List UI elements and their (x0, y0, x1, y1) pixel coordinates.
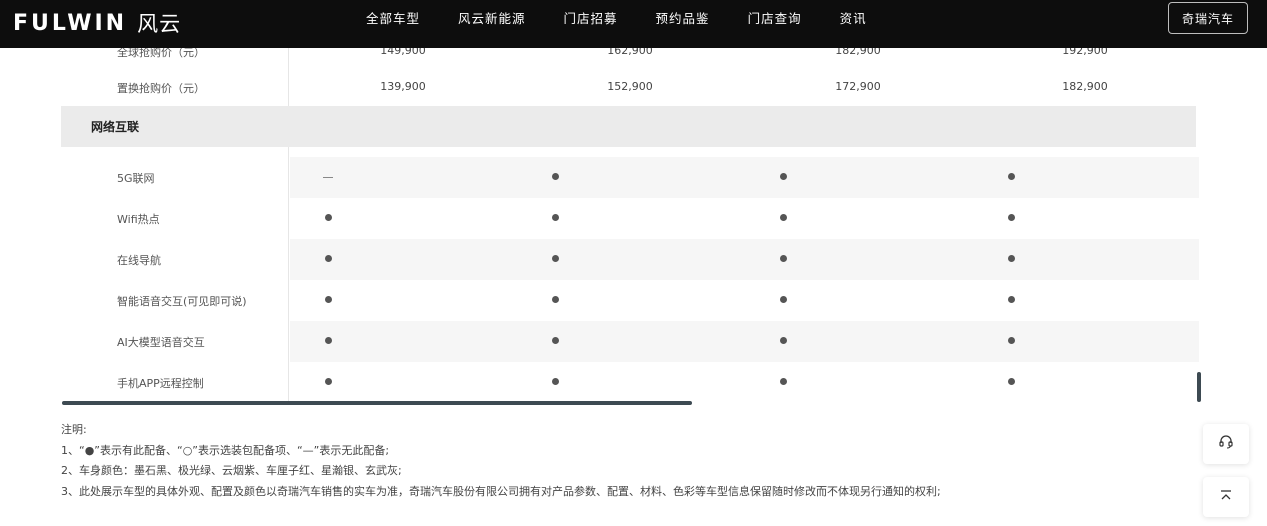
note-line-1: 1、“●”表示有此配备、“○”表示选装包配备项、“—”表示无此配备; (61, 443, 390, 457)
price-cell: 152,900 (607, 80, 653, 93)
row-label: 在线导航 (117, 254, 161, 267)
equipped-dot (324, 296, 332, 303)
table-cell: 192,900 (1062, 48, 1108, 57)
nav-all-models[interactable]: 全部车型 (366, 0, 420, 40)
equipped-dot (551, 378, 559, 385)
equipped-dot (779, 255, 787, 262)
logo-wordmark: FULWIN (13, 10, 128, 36)
table-row: 5G联网 (61, 157, 1199, 198)
customer-service-button[interactable] (1203, 424, 1249, 464)
equipped-dot (551, 255, 559, 262)
equipped-dot (779, 296, 787, 303)
equipped-dot (779, 337, 787, 344)
nav-store-locator[interactable]: 门店查询 (748, 0, 802, 40)
equipped-dot (1007, 296, 1015, 303)
back-to-top-button[interactable] (1203, 477, 1249, 517)
section-title: 网络互联 (91, 120, 140, 134)
row-label: AI大模型语音交互 (117, 336, 205, 349)
table-row: AI大模型语音交互 (61, 321, 1199, 362)
headset-icon (1218, 434, 1234, 454)
row-label: 置换抢购价（元） (117, 82, 205, 95)
equipped-dot (1007, 337, 1015, 344)
row-label: 全球抢购价（元） (117, 48, 205, 59)
notes-title: 注明: (61, 423, 87, 436)
nav-news[interactable]: 资讯 (840, 0, 867, 40)
nav-dealer-recruit[interactable]: 门店招募 (564, 0, 618, 40)
table-row: 手机APP远程控制 (61, 362, 1199, 403)
table-row: 智能语音交互(可见即可说) (61, 280, 1199, 321)
table-cell: 182,900 (835, 48, 881, 57)
notes-section: 注明: 1、“●”表示有此配备、“○”表示选装包配备项、“—”表示无此配备; 2… (61, 420, 1161, 502)
equipped-dot (779, 378, 787, 385)
back-to-top-icon (1219, 488, 1233, 507)
equipped-dot (779, 173, 787, 180)
equipped-dot (1007, 255, 1015, 262)
equipped-dot (324, 337, 332, 344)
equipped-dot (551, 337, 559, 344)
not-equipped-dash (323, 177, 333, 178)
fulwin-logo[interactable]: FULWIN 风云 (13, 8, 181, 38)
price-cell: 139,900 (380, 80, 426, 93)
row-label: Wifi热点 (117, 213, 160, 226)
nav-new-energy[interactable]: 风云新能源 (458, 0, 526, 40)
table-cell: 149,900 (380, 48, 426, 57)
equipped-dot (1007, 378, 1015, 385)
equipped-dot (551, 296, 559, 303)
equipped-dot (1007, 173, 1015, 180)
vertical-scroll-thumb[interactable] (1197, 372, 1201, 402)
price-cell: 172,900 (835, 80, 881, 93)
table-row: 在线导航 (61, 239, 1199, 280)
main-nav: 全部车型 风云新能源 门店招募 预约品鉴 门店查询 资讯 (366, 0, 905, 40)
table-row: Wifi热点 (61, 198, 1199, 239)
spec-table: 全球抢购价（元） 149,900 162,900 182,900 192,900… (61, 48, 1199, 408)
equipped-dot (551, 173, 559, 180)
equipped-dot (551, 214, 559, 221)
chery-brand-button[interactable]: 奇瑞汽车 (1168, 2, 1248, 34)
row-label: 手机APP远程控制 (117, 377, 204, 390)
logo-chinese-name: 风云 (137, 12, 182, 36)
price-cell: 182,900 (1062, 80, 1108, 93)
top-navigation-bar: FULWIN 风云 全部车型 风云新能源 门店招募 预约品鉴 门店查询 资讯 奇… (0, 0, 1267, 48)
table-cell: 162,900 (607, 48, 653, 57)
note-line-3: 3、此处展示车型的具体外观、配置及颜色以奇瑞汽车销售的实车为准，奇瑞汽车股份有限… (61, 484, 941, 498)
horizontal-scroll-thumb[interactable] (62, 401, 692, 405)
equipped-dot (324, 255, 332, 262)
table-row-price: 置换抢购价（元） 139,900 152,900 172,900 182,900 (61, 66, 1199, 106)
equipped-dot (324, 214, 332, 221)
row-label: 智能语音交互(可见即可说) (117, 295, 247, 308)
horizontal-scrollbar[interactable] (62, 400, 1198, 406)
note-line-2: 2、车身颜色：墨石黑、极光绿、云烟紫、车厘子红、星瀚银、玄武灰; (61, 464, 402, 477)
equipped-dot (1007, 214, 1015, 221)
equipped-dot (324, 378, 332, 385)
equipped-dot (779, 214, 787, 221)
nav-book-test-drive[interactable]: 预约品鉴 (656, 0, 710, 40)
table-row: 全球抢购价（元） 149,900 162,900 182,900 192,900 (61, 48, 1199, 66)
row-label: 5G联网 (117, 172, 155, 185)
section-header-network: 网络互联 (61, 106, 1196, 147)
